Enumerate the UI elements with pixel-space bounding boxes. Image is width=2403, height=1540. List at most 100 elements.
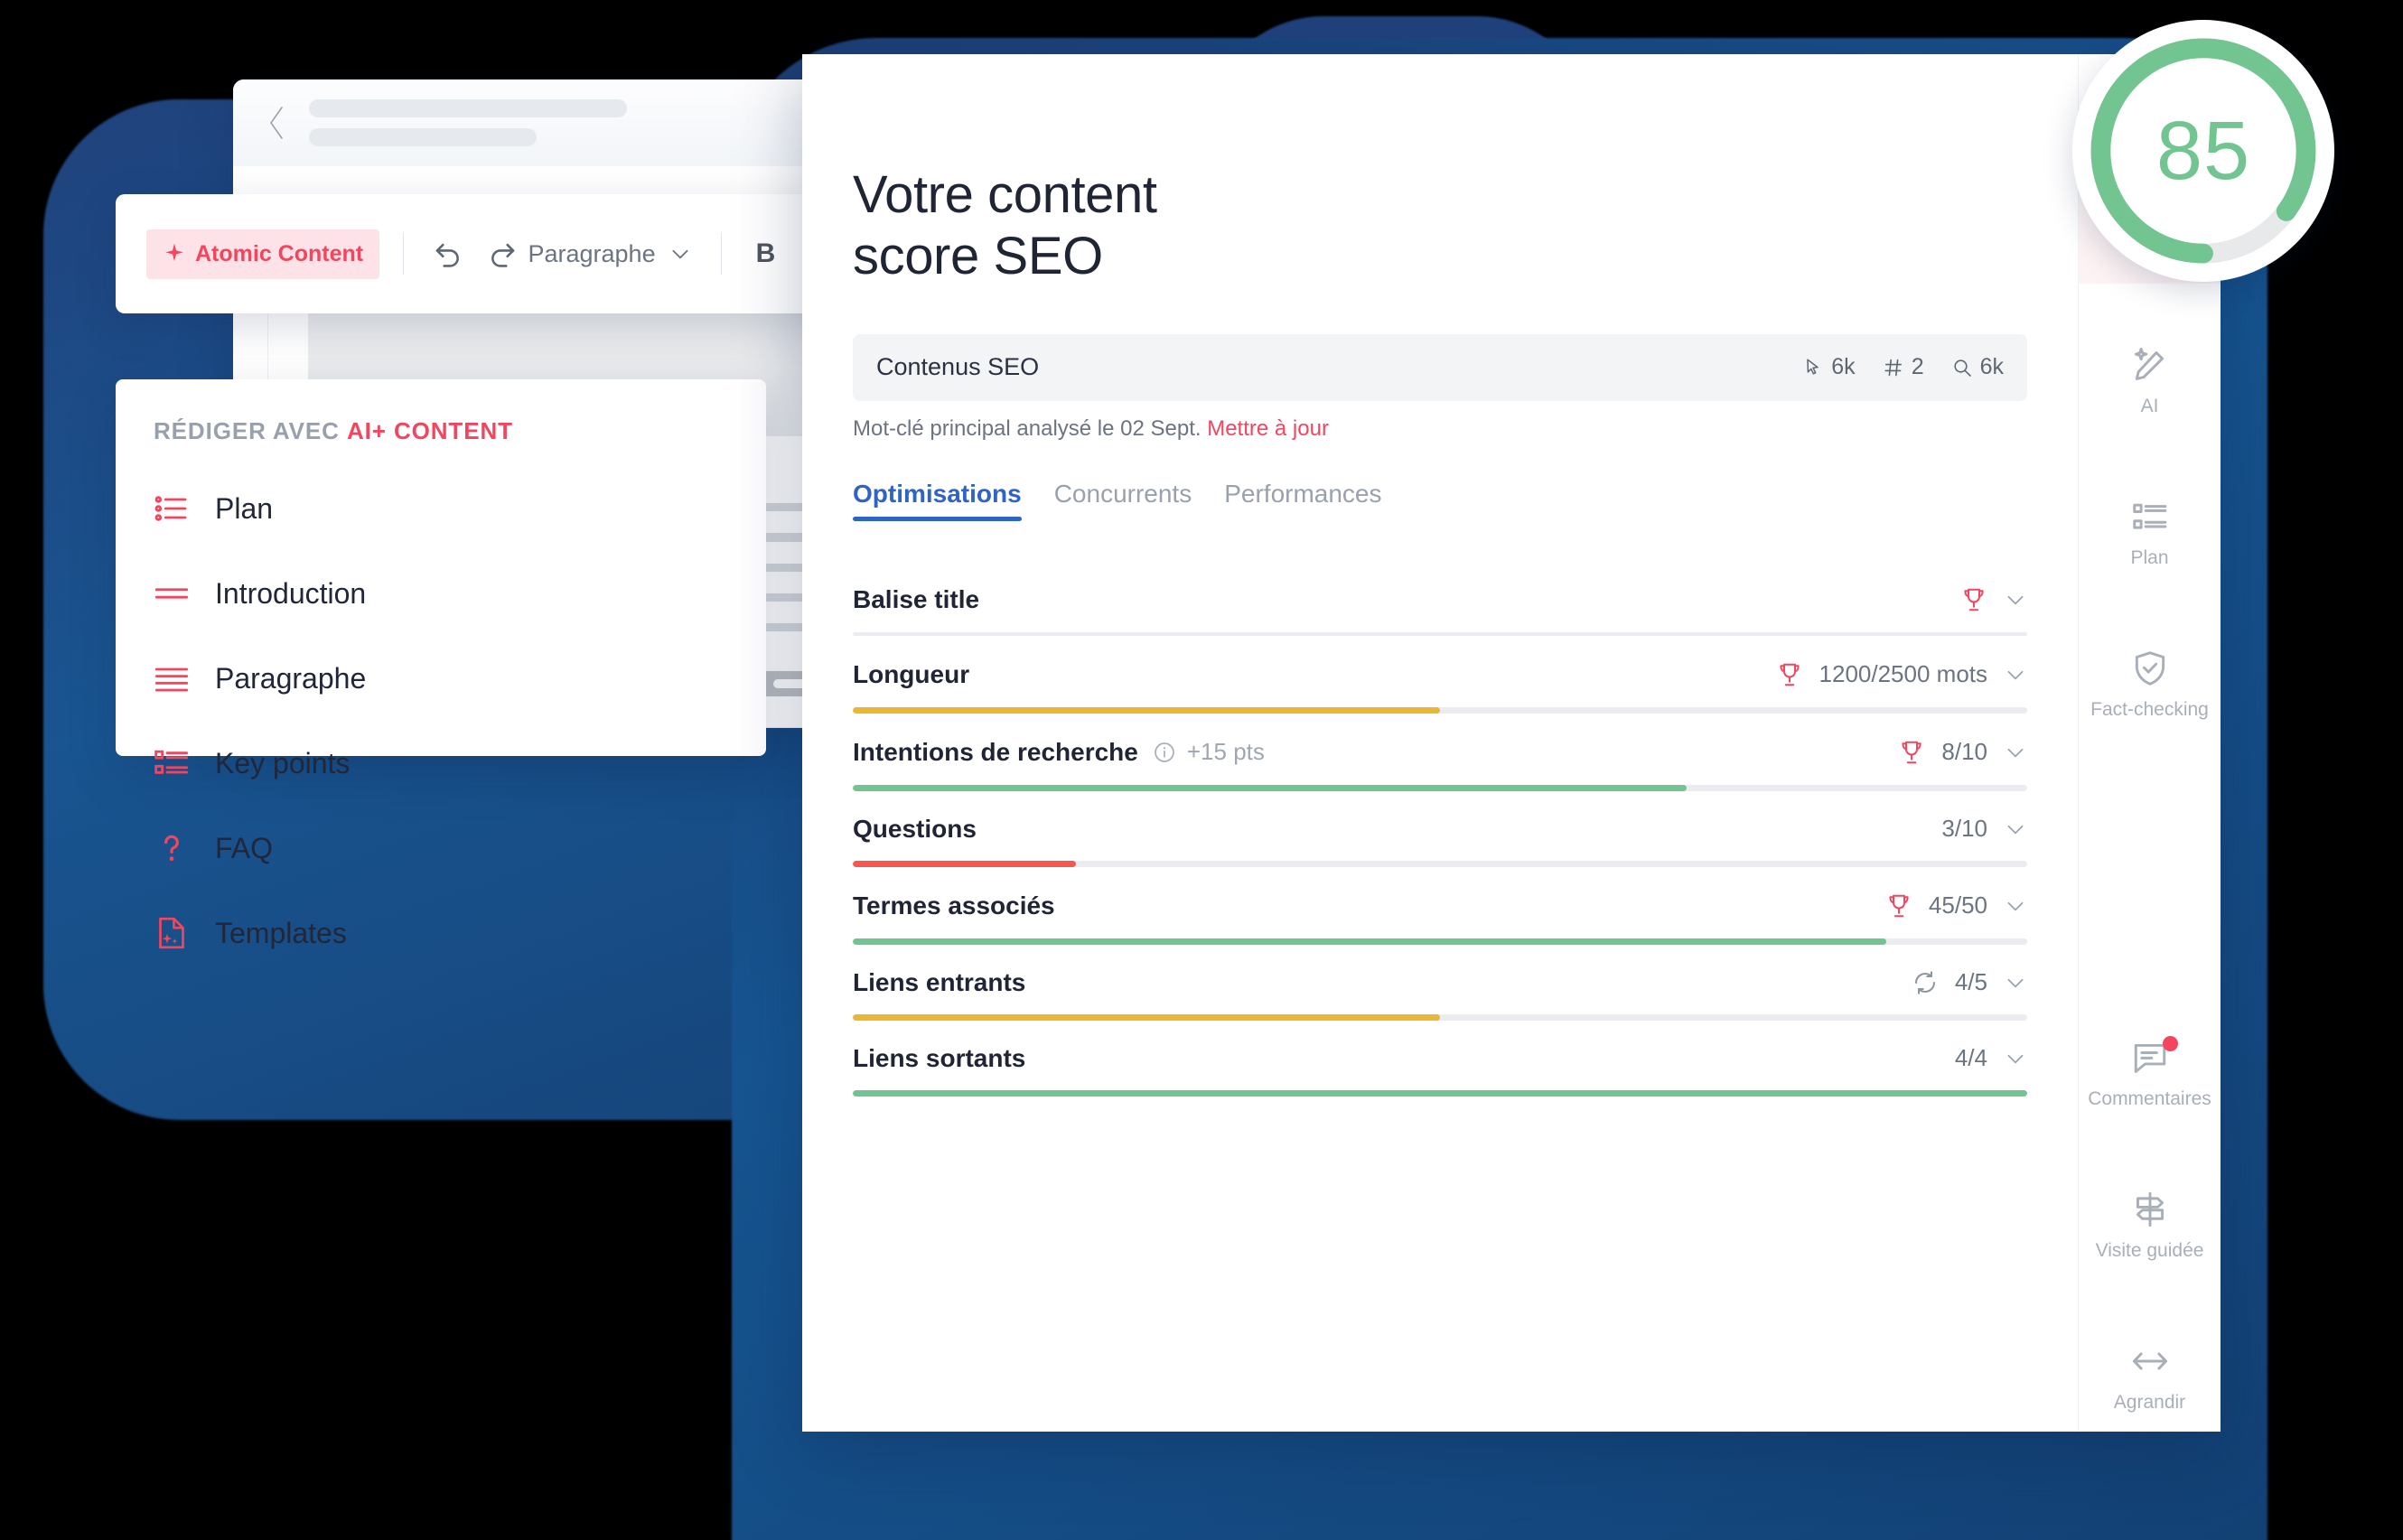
keyword-box[interactable]: Contenus SEO 6k 2 6k xyxy=(853,333,2027,401)
keyword-analysis-text: Mot-clé principal analysé le 02 Sept. xyxy=(853,415,1202,441)
expand-arrows-icon xyxy=(2132,1352,2167,1370)
toolbar-divider xyxy=(403,233,405,275)
metric-value: 8/10 xyxy=(1941,738,1987,766)
ai-menu-item-paragraphe[interactable]: Paragraphe xyxy=(154,649,766,707)
update-keyword-link[interactable]: Mettre à jour xyxy=(1207,416,1329,441)
rail-item-label: AI xyxy=(2140,396,2159,416)
keyword-searches-value: 6k xyxy=(1979,354,2004,380)
rail-item-label: Plan xyxy=(2130,547,2169,568)
keyword-rank-value: 2 xyxy=(1911,354,1924,380)
metric-value: 1200/2500 mots xyxy=(1819,660,1987,688)
rail-item-plan[interactable]: Plan xyxy=(2079,477,2221,587)
metric-row[interactable]: Longueur 1200/2500 mots xyxy=(853,636,2027,714)
atomic-content-button[interactable]: Atomic Content xyxy=(146,229,380,279)
ai-menu-item-label: Introduction xyxy=(215,576,367,610)
metric-progress-bar xyxy=(853,1089,2027,1097)
rail-item-label: Agrandir xyxy=(2113,1392,2186,1413)
metric-progress-bar xyxy=(853,938,2027,945)
metric-value: 45/50 xyxy=(1928,891,1987,919)
ai-menu-heading-prefix: RÉDIGER AVEC xyxy=(154,417,347,444)
ai-menu-item-label: Plan xyxy=(215,491,274,525)
refresh-icon xyxy=(1914,970,1935,994)
tab-optimisations[interactable]: Optimisations xyxy=(853,480,1022,521)
metric-label: Questions xyxy=(853,814,977,843)
chevron-left-icon[interactable] xyxy=(266,105,289,141)
keyword-stats: 6k 2 6k xyxy=(1802,354,2004,380)
ai-menu-item-faq[interactable]: FAQ xyxy=(154,819,766,877)
metric-label: Longueur xyxy=(853,659,970,688)
tab-concurrents[interactable]: Concurrents xyxy=(1054,480,1192,521)
metric-row[interactable]: Questions 3/10 xyxy=(853,791,2027,867)
trophy-icon xyxy=(1902,741,1922,763)
trophy-icon xyxy=(1889,894,1909,917)
keyword-volume: 6k xyxy=(1802,354,1856,380)
bold-button[interactable]: B xyxy=(745,233,787,275)
metric-label: Liens entrants xyxy=(853,967,1026,996)
atomic-content-label: Atomic Content xyxy=(195,240,364,266)
rail-item-visite-guid-e[interactable]: Visite guidée xyxy=(2079,1170,2221,1280)
info-icon xyxy=(1155,742,1174,762)
seo-panel-content: Votre content score SEO Contenus SEO 6k xyxy=(802,54,2078,1432)
paragraph-lines-icon xyxy=(154,667,189,692)
ai-menu-item-templates[interactable]: Templates xyxy=(154,904,766,962)
screenshot-stage: Atomic Content Paragraphe B I U ” ••• xyxy=(0,0,2403,1540)
metric-row[interactable]: Liens entrants 4/5 xyxy=(853,945,2027,1021)
undo-icon[interactable] xyxy=(427,233,469,275)
ai-menu-item-plan[interactable]: Plan xyxy=(154,480,766,537)
rail-item-agrandir[interactable]: Agrandir xyxy=(2079,1321,2221,1432)
keyword-analysis-note: Mot-clé principal analysé le 02 Sept. Me… xyxy=(853,416,2027,442)
toolbar-divider xyxy=(720,233,722,275)
metric-row[interactable]: Balise title xyxy=(853,561,2027,636)
chevron-down-icon xyxy=(2007,748,2024,757)
tab-performances[interactable]: Performances xyxy=(1224,480,1381,521)
ai-menu-item-key-points[interactable]: Key points xyxy=(154,734,766,792)
ai-menu-heading-brand: AI+ CONTENT xyxy=(346,417,513,444)
ai-content-menu: RÉDIGER AVEC AI+ CONTENT Plan Introducti… xyxy=(116,379,766,949)
block-type-value: Paragraphe xyxy=(528,239,656,267)
rail-item-ai[interactable]: AI xyxy=(2079,325,2221,435)
keyword-rank: 2 xyxy=(1883,354,1924,380)
rail-item-label: Fact-checking xyxy=(2090,699,2209,720)
metric-points-value: +15 pts xyxy=(1186,738,1265,766)
shield-check-icon xyxy=(2135,651,2165,686)
metric-row[interactable]: Liens sortants 4/4 xyxy=(853,1021,2027,1097)
keyword-searches: 6k xyxy=(1951,354,2004,380)
seo-metrics-list: Balise title Longueur 1200/2500 mots Intent… xyxy=(853,561,2027,1097)
redo-icon[interactable] xyxy=(482,233,523,275)
metric-progress-bar xyxy=(853,1013,2027,1021)
ai-menu-item-label: FAQ xyxy=(215,831,274,864)
rail-item-label: Visite guidée xyxy=(2095,1240,2204,1261)
keyword-volume-value: 6k xyxy=(1831,354,1856,380)
metric-label: Liens sortants xyxy=(853,1043,1026,1072)
ordered-list-icon xyxy=(154,496,187,521)
topbar-title-skeleton xyxy=(309,99,627,146)
two-lines-icon xyxy=(154,588,189,599)
ai-menu-item-introduction[interactable]: Introduction xyxy=(154,565,766,622)
checklist-icon xyxy=(154,750,189,774)
chevron-down-icon xyxy=(2007,825,2024,834)
rail-item-fact-checking[interactable]: Fact-checking xyxy=(2079,629,2221,739)
trophy-icon xyxy=(1964,588,1984,611)
chevron-down-icon xyxy=(672,249,688,259)
metric-label: Balise title xyxy=(853,584,980,613)
keyword-name: Contenus SEO xyxy=(876,353,1040,381)
notification-dot xyxy=(2162,1036,2178,1051)
metric-label: Intentions de recherche xyxy=(853,737,1138,766)
metric-row[interactable]: Intentions de recherche +15 pts 8/10 xyxy=(853,714,2027,791)
ai-menu-item-label: Key points xyxy=(215,746,351,779)
chevron-down-icon xyxy=(2007,978,2024,987)
metric-value: 4/5 xyxy=(1954,968,1987,996)
cursor-click-icon xyxy=(1807,359,1819,375)
metric-progress-bar xyxy=(853,860,2027,867)
metric-row[interactable]: Termes associés 45/50 xyxy=(853,867,2027,945)
signpost-icon xyxy=(2136,1191,2164,1227)
seo-tabs: Optimisations Concurrents Performances xyxy=(853,480,2027,521)
ai-menu-item-label: Paragraphe xyxy=(215,661,367,695)
rail-item-commentaires[interactable]: Commentaires xyxy=(2079,1018,2221,1128)
chevron-down-icon xyxy=(2007,670,2024,679)
outline-icon xyxy=(2132,503,2166,529)
block-type-select[interactable]: Paragraphe xyxy=(528,240,691,268)
score-value: 85 xyxy=(2155,104,2251,197)
page-title: Votre content score SEO xyxy=(853,165,1157,285)
chevron-down-icon xyxy=(2007,901,2024,910)
